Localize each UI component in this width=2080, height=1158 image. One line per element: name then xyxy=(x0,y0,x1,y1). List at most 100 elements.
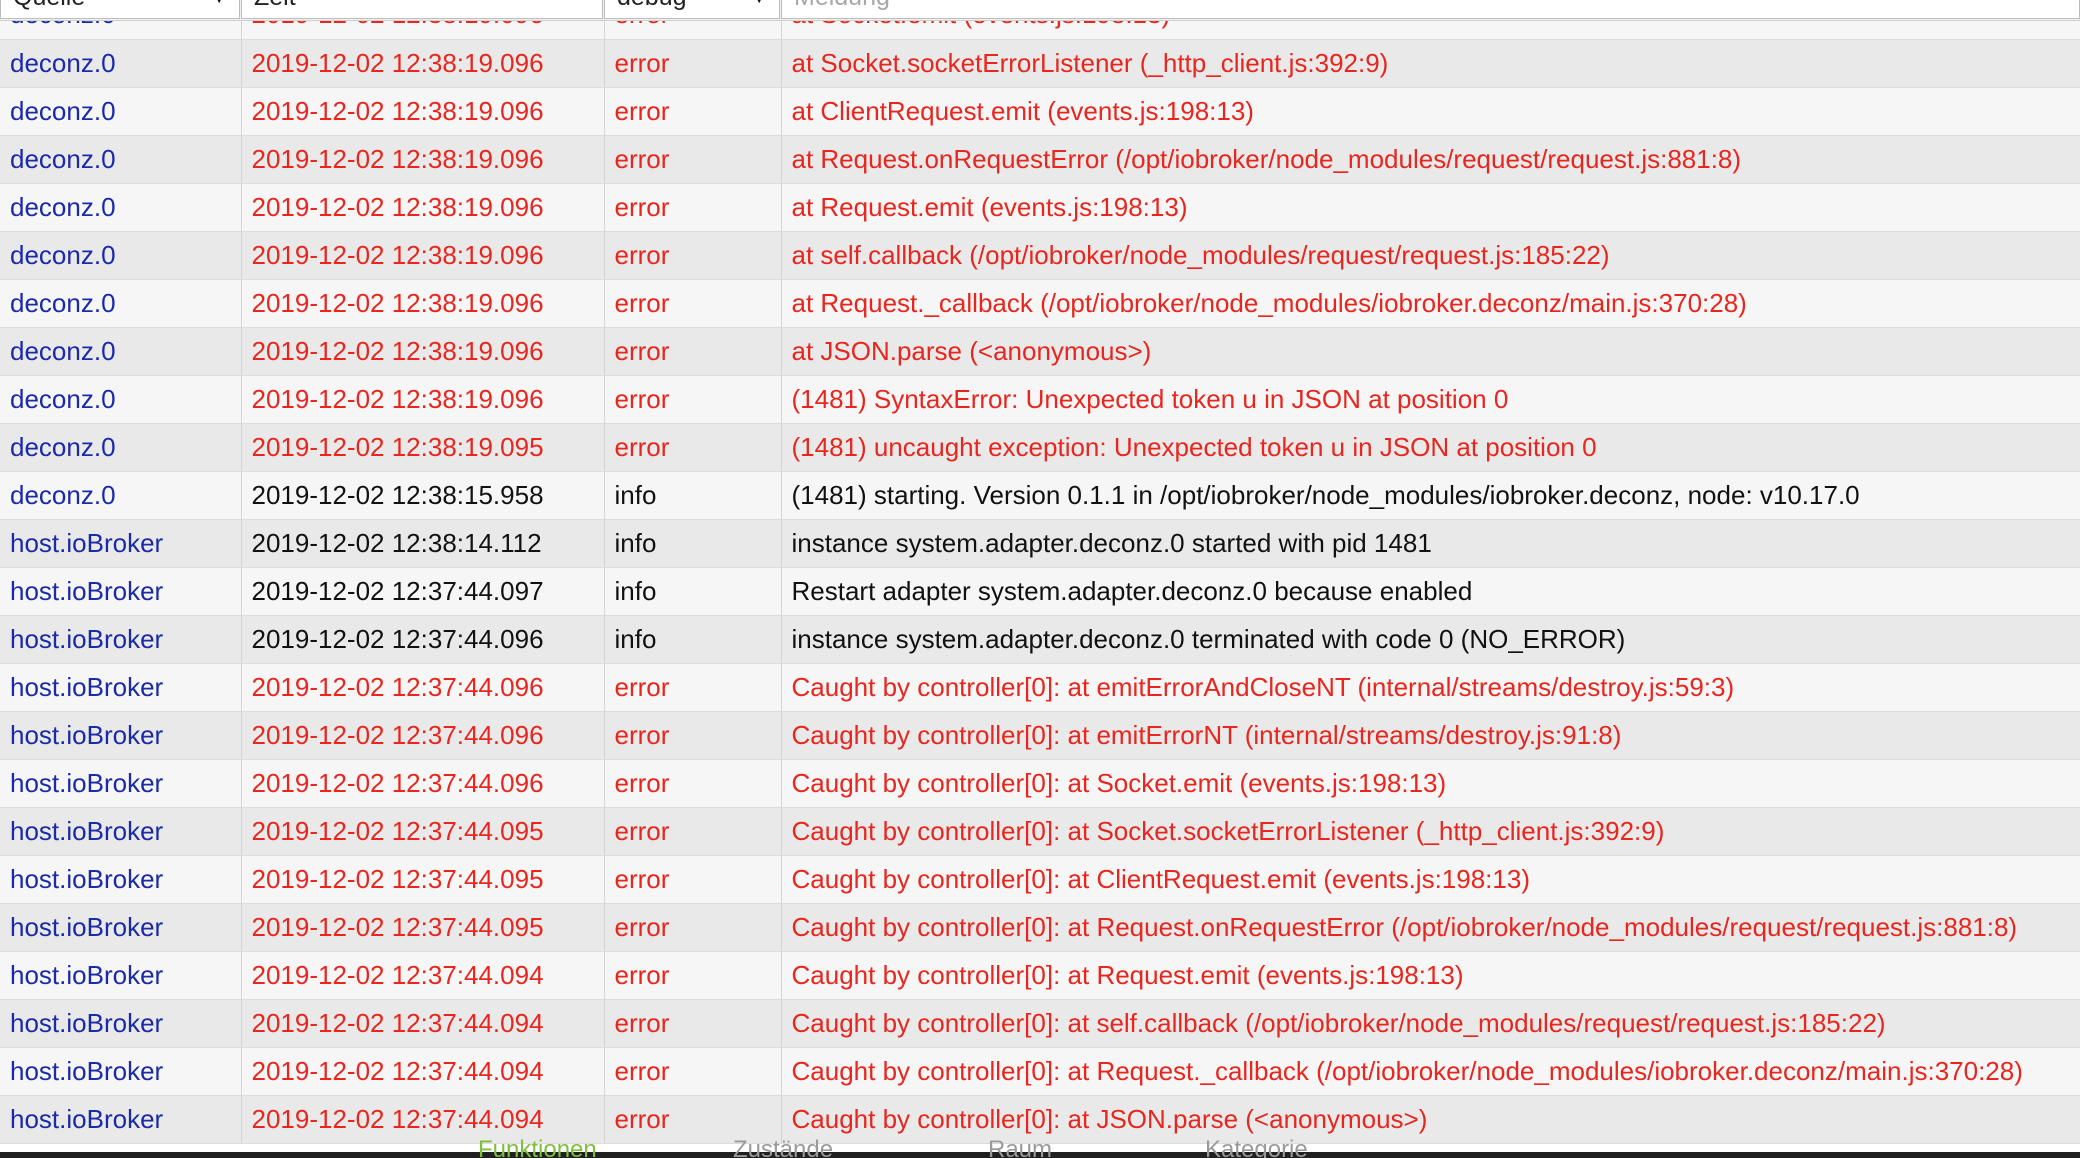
time-filter-input[interactable]: Zeit xyxy=(241,0,603,19)
log-source-cell: host.ioBroker xyxy=(0,759,242,808)
log-time-cell: 2019-12-02 12:37:44.094 xyxy=(241,951,605,1000)
log-row[interactable]: host.ioBroker 2019-12-02 12:37:44.096 info… xyxy=(0,615,2080,664)
log-time-cell: 2019-12-02 12:38:19.096 xyxy=(241,231,605,280)
level-filter-label: debug xyxy=(617,0,687,18)
log-row[interactable]: host.ioBroker 2019-12-02 12:38:14.112 info… xyxy=(0,519,2080,568)
log-message-cell: Caught by controller[0]: at emitErrorAnd… xyxy=(781,663,2080,712)
log-message-cell: at self.callback (/opt/iobroker/node_mod… xyxy=(781,231,2080,280)
log-severity-cell: error xyxy=(604,327,782,376)
message-filter-input[interactable]: Meldung xyxy=(781,0,2080,19)
log-row[interactable]: host.ioBroker 2019-12-02 12:37:44.096 erro… xyxy=(0,663,2080,712)
log-row[interactable]: host.ioBroker 2019-12-02 12:37:44.095 erro… xyxy=(0,855,2080,904)
log-severity-cell: error xyxy=(604,663,782,712)
log-message-cell: (1481) SyntaxError: Unexpected token u i… xyxy=(781,375,2080,424)
log-time-cell: 2019-12-02 12:37:44.095 xyxy=(241,855,605,904)
log-row[interactable]: deconz.0 2019-12-02 12:38:19.096 error (148… xyxy=(0,375,2080,424)
log-message-cell: at Request.onRequestError (/opt/iobroker… xyxy=(781,135,2080,184)
log-source-cell: host.ioBroker xyxy=(0,663,242,712)
log-row[interactable]: deconz.0 2019-12-02 12:38:19.096 error at R… xyxy=(0,183,2080,232)
log-source-cell: host.ioBroker xyxy=(0,711,242,760)
log-source-cell: host.ioBroker xyxy=(0,951,242,1000)
log-row[interactable]: deconz.0 2019-12-02 12:38:19.096 error at R… xyxy=(0,135,2080,184)
log-row[interactable]: deconz.0 2019-12-02 12:38:15.958 info (1481… xyxy=(0,471,2080,520)
log-row[interactable]: host.ioBroker 2019-12-02 12:37:44.096 erro… xyxy=(0,759,2080,808)
source-filter-select[interactable]: Quelle ▼ xyxy=(0,0,240,19)
log-severity-cell: info xyxy=(604,519,782,568)
log-message-cell: at Socket.socketErrorListener (_http_cli… xyxy=(781,39,2080,88)
tab-kategorie[interactable]: Kategorie xyxy=(1205,1138,1308,1158)
log-view: Quelle ▼ Zeit debug ▼ Meldung deconz.020… xyxy=(0,0,2080,1158)
log-row[interactable]: deconz.0 2019-12-02 12:38:19.096 error at s… xyxy=(0,231,2080,280)
log-message-cell: Caught by controller[0]: at emitErrorNT … xyxy=(781,711,2080,760)
log-message-cell: at Request.emit (events.js:198:13) xyxy=(781,183,2080,232)
log-message-cell: at Request._callback (/opt/iobroker/node… xyxy=(781,279,2080,328)
log-row[interactable]: deconz.0 2019-12-02 12:38:19.096 error at R… xyxy=(0,279,2080,328)
log-time-cell: 2019-12-02 12:37:44.094 xyxy=(241,999,605,1048)
log-source-cell: deconz.0 xyxy=(0,279,242,328)
log-row[interactable]: host.ioBroker 2019-12-02 12:37:44.096 erro… xyxy=(0,711,2080,760)
log-time-cell: 2019-12-02 12:37:44.096 xyxy=(241,759,605,808)
log-row[interactable]: host.ioBroker 2019-12-02 12:37:44.095 erro… xyxy=(0,807,2080,856)
log-row[interactable]: deconz.02019-12-02 12:38:19.096errorat S… xyxy=(0,39,2080,88)
level-filter-select[interactable]: debug ▼ xyxy=(604,0,780,19)
time-filter-label: Zeit xyxy=(254,0,296,18)
dropdown-arrow-icon: ▼ xyxy=(209,0,229,18)
log-source-cell: deconz.0 xyxy=(0,87,242,136)
log-row[interactable]: host.ioBroker 2019-12-02 12:37:44.097 info… xyxy=(0,567,2080,616)
log-source-cell: host.ioBroker xyxy=(0,1047,242,1096)
log-severity-cell: error xyxy=(604,279,782,328)
tab-raum[interactable]: Raum xyxy=(988,1138,1052,1158)
log-source-cell: host.ioBroker xyxy=(0,615,242,664)
log-time-cell: 2019-12-02 12:38:19.096 xyxy=(241,135,605,184)
log-severity-cell: error xyxy=(604,423,782,472)
log-message-cell: Caught by controller[0]: at Socket.emit … xyxy=(781,759,2080,808)
log-source-cell: deconz.0 xyxy=(0,423,242,472)
dropdown-arrow-icon: ▼ xyxy=(749,0,769,18)
log-row[interactable]: deconz.0 2019-12-02 12:38:19.095 error (148… xyxy=(0,423,2080,472)
log-source-cell: deconz.0 xyxy=(0,375,242,424)
log-source-cell: host.ioBroker xyxy=(0,567,242,616)
log-severity-cell: error xyxy=(604,951,782,1000)
log-message-cell: Caught by controller[0]: at Request._cal… xyxy=(781,1047,2080,1096)
log-message-cell: instance system.adapter.deconz.0 termina… xyxy=(781,615,2080,664)
log-time-cell: 2019-12-02 12:38:15.958 xyxy=(241,471,605,520)
log-severity-cell: error xyxy=(604,135,782,184)
log-message-cell: Restart adapter system.adapter.deconz.0 … xyxy=(781,567,2080,616)
log-message-cell: (1481) uncaught exception: Unexpected to… xyxy=(781,423,2080,472)
log-row[interactable]: host.ioBroker 2019-12-02 12:37:44.094 erro… xyxy=(0,951,2080,1000)
log-source-cell: deconz.0 xyxy=(0,183,242,232)
log-message-cell: instance system.adapter.deconz.0 started… xyxy=(781,519,2080,568)
log-row[interactable]: host.ioBroker 2019-12-02 12:37:44.094 erro… xyxy=(0,999,2080,1048)
log-message-cell: Caught by controller[0]: at Request.emit… xyxy=(781,951,2080,1000)
log-severity-cell: error xyxy=(604,1047,782,1096)
log-severity-cell: error xyxy=(604,231,782,280)
log-row[interactable]: host.ioBroker 2019-12-02 12:37:44.094 erro… xyxy=(0,1047,2080,1096)
tab-zustaende[interactable]: Zustände xyxy=(733,1138,833,1158)
log-time-cell: 2019-12-02 12:38:19.095 xyxy=(241,423,605,472)
log-message-cell: at ClientRequest.emit (events.js:198:13) xyxy=(781,87,2080,136)
log-severity-cell: error xyxy=(604,711,782,760)
log-source-cell: host.ioBroker xyxy=(0,855,242,904)
log-filter-bar: Quelle ▼ Zeit debug ▼ Meldung xyxy=(0,0,2080,21)
log-row[interactable]: deconz.0 2019-12-02 12:38:19.096 error at C… xyxy=(0,87,2080,136)
log-time-cell: 2019-12-02 12:38:19.096 xyxy=(241,279,605,328)
log-time-cell: 2019-12-02 12:37:44.095 xyxy=(241,807,605,856)
log-severity-cell: error xyxy=(604,855,782,904)
log-severity-cell: error xyxy=(604,183,782,232)
log-table-body: deconz.0 2019-12-02 12:38:19.096 error at S… xyxy=(0,0,2080,1144)
log-source-cell: deconz.0 xyxy=(0,135,242,184)
log-row[interactable]: host.ioBroker 2019-12-02 12:37:44.095 erro… xyxy=(0,903,2080,952)
log-severity-cell: error xyxy=(604,807,782,856)
log-message-cell: at JSON.parse (<anonymous>) xyxy=(781,327,2080,376)
log-severity-cell: info xyxy=(604,615,782,664)
log-row[interactable]: deconz.0 2019-12-02 12:38:19.096 error at J… xyxy=(0,327,2080,376)
message-filter-placeholder: Meldung xyxy=(794,0,890,18)
log-severity-cell: error xyxy=(604,903,782,952)
tab-funktionen[interactable]: Funktionen xyxy=(478,1138,597,1158)
log-source-cell: deconz.0 xyxy=(0,39,242,88)
log-time-cell: 2019-12-02 12:37:44.096 xyxy=(241,663,605,712)
source-filter-label: Quelle xyxy=(13,0,85,18)
log-source-cell: host.ioBroker xyxy=(0,807,242,856)
log-time-cell: 2019-12-02 12:37:44.094 xyxy=(241,1047,605,1096)
log-source-cell: deconz.0 xyxy=(0,231,242,280)
